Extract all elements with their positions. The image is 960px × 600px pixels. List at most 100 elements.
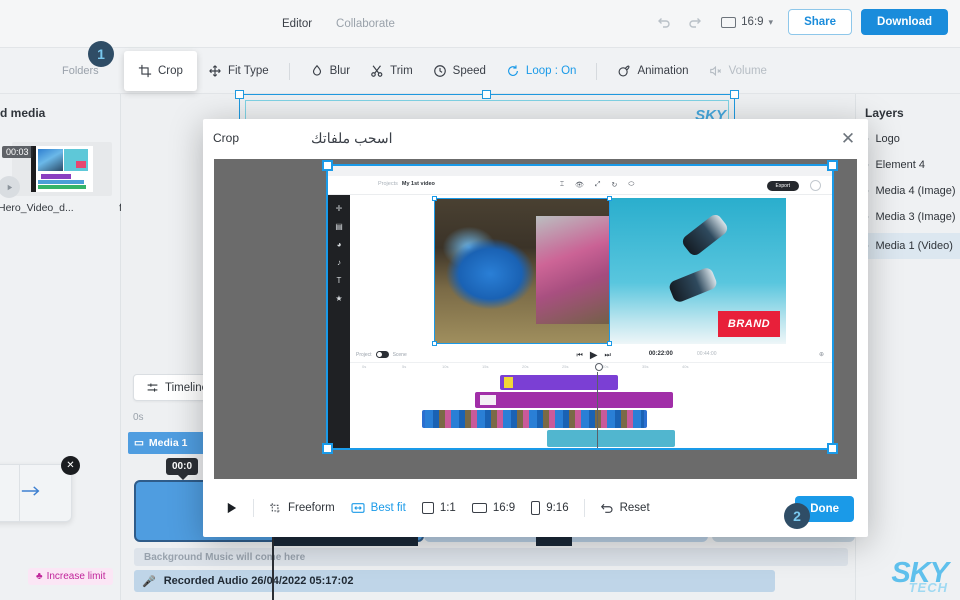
play-button[interactable] — [217, 496, 246, 520]
thumbnail-graphic — [31, 146, 93, 192]
recorded-audio-label: Recorded Audio 26/04/2022 05:17:02 — [163, 575, 354, 587]
next-step-card[interactable]: ✕ — [0, 456, 80, 522]
layers-title: Layers — [865, 106, 904, 120]
tool-volume-label: Volume — [728, 65, 767, 77]
tool-animation[interactable]: Animation — [608, 58, 697, 84]
tool-loop[interactable]: Loop : On — [497, 58, 586, 84]
tool-speed-label: Speed — [452, 65, 486, 77]
background-music-track[interactable]: Background Music will come here — [134, 548, 848, 566]
preview-clip-purple — [500, 375, 618, 390]
layer-item-media-3[interactable]: ◔ Media 3 (Image) — [856, 204, 960, 230]
skip-forward-icon: ⏭ — [604, 351, 611, 359]
tool-blur[interactable]: Blur — [301, 58, 359, 84]
resize-handle-top-right[interactable] — [730, 90, 739, 99]
aspect-ratio-selector[interactable]: 16:9 ▾ — [715, 16, 779, 28]
crop-modal-title: Crop — [213, 131, 240, 145]
transform-icon: ⌶ — [559, 181, 565, 188]
share-button[interactable]: Share — [788, 9, 853, 35]
tool-speed[interactable]: Speed — [424, 58, 495, 84]
layer-label: Logo — [875, 133, 900, 145]
preview-current-time: 00:22:00 — [648, 351, 673, 357]
redo-icon[interactable] — [684, 11, 706, 33]
preview-export-button: Export — [766, 181, 799, 191]
close-icon[interactable]: ✕ — [838, 129, 858, 149]
preview-clip-teal — [547, 430, 675, 447]
crop-frame[interactable]: Projects My 1st video ⌶ 👁 ⤢ ↻ ⬭ Export ✛ ▤ ◕ ♪… — [322, 160, 838, 454]
crop-option-label: 16:9 — [492, 502, 516, 514]
media-item[interactable]: 00:03 Hero_Video_d... f.mp4 — [0, 142, 145, 214]
crop-handle-top-right[interactable] — [827, 160, 838, 171]
preview-playhead — [594, 363, 603, 448]
ruler-tick-start: 0s — [133, 412, 144, 423]
layer-item-media-4[interactable]: ◔ Media 4 (Image) — [856, 178, 960, 204]
tool-loop-label: Loop : On — [525, 65, 577, 77]
drag-files-hint: اسحب ملفاتك — [311, 130, 393, 146]
reset-button[interactable]: Reset — [592, 497, 658, 520]
sky-tech-watermark: SKY TECH — [891, 559, 949, 594]
video-icon: ▭ — [134, 437, 144, 449]
layer-item-element-4[interactable]: ◔ Element 4 — [856, 152, 960, 178]
layer-item-media-1[interactable]: ◔ Media 1 (Video) — [856, 233, 960, 259]
crop-modal-footer: Freeform Best fit 1:1 16:9 9:16 Reset Do… — [203, 479, 868, 537]
tool-row: Folders Crop Fit Type Blur Trim Speed Lo… — [0, 48, 960, 94]
undo-icon[interactable] — [653, 11, 675, 33]
crop-option-best-fit[interactable]: Best fit — [343, 497, 414, 519]
crop-option-label: 9:16 — [546, 502, 569, 514]
preview-timeline-tracks — [350, 363, 832, 448]
download-button[interactable]: Download — [861, 9, 948, 35]
media-duration-badge: 00:03 — [2, 146, 33, 158]
crop-handle-bottom-left[interactable] — [322, 443, 333, 454]
preview-toolbar-icons: ⌶ 👁 ⤢ ↻ ⬭ — [560, 181, 635, 189]
play-icon: ▶ — [589, 350, 598, 361]
tool-fit-type[interactable]: Fit Type — [199, 58, 278, 84]
crop-option-freeform[interactable]: Freeform — [261, 497, 343, 520]
layer-label: Element 4 — [875, 159, 925, 171]
toggle-switch — [375, 351, 389, 358]
track-label: Media 1 — [148, 437, 188, 449]
increase-limit-badge[interactable]: ♣ Increase limit — [28, 568, 114, 585]
eye-icon: 👁 — [575, 182, 584, 189]
tool-list: Crop Fit Type Blur Trim Speed Loop: On … — [124, 48, 776, 94]
media-filename: Hero_Video_d... — [0, 202, 74, 214]
preview-total-time: 00:44:00 — [697, 351, 717, 357]
folders-label[interactable]: Folders — [62, 65, 99, 77]
crop-handle-bottom-right[interactable] — [827, 443, 838, 454]
crop-option-9-16[interactable]: 9:16 — [523, 496, 576, 520]
preview-selection-frame — [432, 196, 612, 346]
resize-handle-top-center[interactable] — [482, 90, 491, 99]
preview-left-rail: ✛ ▤ ◕ ♪ T ★ — [328, 195, 350, 448]
tool-fit-type-label: Fit Type — [227, 65, 269, 77]
music-icon: ♪ — [337, 258, 341, 267]
nav-tab-editor[interactable]: Editor — [282, 18, 312, 30]
tool-trim[interactable]: Trim — [361, 58, 422, 84]
playhead-time-tooltip: 00:0 — [166, 458, 199, 480]
crop-option-16-9[interactable]: 16:9 — [464, 497, 523, 519]
preview-canvas: BRAND — [350, 195, 832, 347]
crop-modal: Crop اسحب ملفاتك ✕ Projects My 1st video … — [203, 119, 868, 537]
star-icon: ★ — [335, 294, 343, 303]
crop-stage[interactable]: Projects My 1st video ⌶ 👁 ⤢ ↻ ⬭ Export ✛ ▤ ◕ ♪… — [214, 159, 857, 479]
crop-handle-top-left[interactable] — [322, 160, 333, 171]
crop-option-1-1[interactable]: 1:1 — [414, 497, 464, 519]
tool-trim-label: Trim — [390, 65, 413, 77]
tool-blur-label: Blur — [329, 65, 351, 77]
tool-divider — [288, 62, 290, 80]
app-root: Editor Collaborate 16:9 ▾ Share Download… — [0, 0, 960, 600]
resize-handle-top-left[interactable] — [235, 90, 244, 99]
track-header-media-1[interactable]: ▭ Media 1 — [128, 432, 214, 454]
rotate-icon: ↻ — [611, 182, 618, 189]
layer-label: Media 3 (Image) — [875, 211, 956, 223]
preview-clip-video — [422, 410, 647, 428]
tool-crop[interactable]: Crop — [124, 51, 197, 91]
recorded-audio-track[interactable]: 🎤 Recorded Audio 26/04/2022 05:17:02 — [134, 570, 775, 592]
close-icon[interactable]: ✕ — [61, 456, 80, 475]
preview-app-bar: Projects My 1st video ⌶ 👁 ⤢ ↻ ⬭ Export — [328, 176, 832, 195]
tool-volume[interactable]: Volume — [700, 58, 776, 84]
zoom-icon: ⊕ — [818, 352, 824, 358]
crop-option-label: 1:1 — [439, 502, 456, 514]
crop-option-label: Freeform — [288, 502, 335, 514]
tool-divider-2 — [596, 62, 598, 80]
nav-tab-collaborate[interactable]: Collaborate — [336, 18, 395, 30]
gear-icon — [810, 180, 821, 191]
layer-item-logo[interactable]: ◔ Logo — [856, 126, 960, 152]
